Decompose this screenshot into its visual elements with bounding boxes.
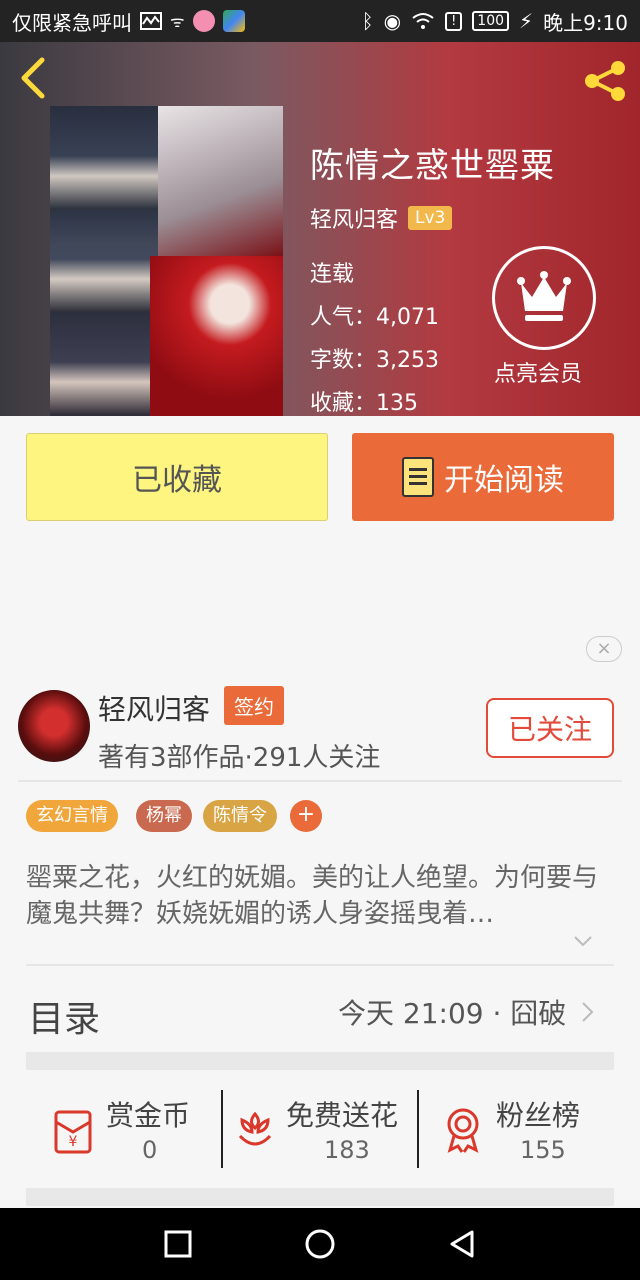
hotspot-icon: ᯤ — [170, 12, 185, 31]
book-icon — [402, 457, 434, 497]
divider — [26, 964, 614, 966]
signed-badge: 签约 — [224, 686, 284, 725]
flower-icon — [238, 1111, 272, 1146]
tag-item[interactable]: 杨幂 — [136, 800, 192, 832]
section-separator — [26, 1052, 614, 1070]
back-arrow-icon — [21, 57, 45, 99]
medal-icon — [447, 1108, 479, 1153]
battery-icon: 100 — [472, 11, 510, 31]
alert-icon: ! — [445, 11, 463, 31]
book-description[interactable]: 罂粟之花，火红的妩媚。美的让人绝望。为何要与魔鬼共舞？妖娆妩媚的诱人身姿摇曳着… — [26, 860, 618, 932]
author-name[interactable]: 轻风归客 — [98, 688, 210, 728]
favorite-button[interactable]: 已收藏 — [26, 433, 328, 521]
activity-icon — [140, 12, 162, 30]
reward-coins-button[interactable]: ¥ 赏金币 0 — [46, 1090, 216, 1170]
charging-icon: ⚡ — [519, 9, 534, 33]
red-envelope-icon: ¥ — [54, 1110, 92, 1154]
section-separator — [26, 1188, 614, 1206]
author-info: 著有3部作品·291人关注 — [98, 743, 381, 773]
book-header: 陈情之惑世罂粟 轻风归客 Lv3 连载 人气：4,071 字数：3,253 收藏… — [0, 42, 640, 416]
eye-icon: ◉ — [383, 9, 402, 33]
vip-label[interactable]: 点亮会员 — [494, 356, 582, 388]
book-cover-image[interactable] — [50, 106, 283, 416]
book-word-count: 字数：3,253 — [310, 348, 439, 373]
clock: 晚上9:10 — [543, 10, 628, 35]
stat-divider — [417, 1090, 419, 1168]
toc-label[interactable]: 目录 — [28, 990, 100, 1042]
follow-button[interactable]: 已关注 — [486, 698, 614, 758]
system-navigation-bar — [0, 1208, 640, 1280]
recent-apps-icon[interactable] — [162, 1228, 194, 1260]
tag-item[interactable]: 玄幻言情 — [26, 800, 118, 832]
author-avatar[interactable] — [18, 690, 90, 762]
back-nav-icon[interactable] — [446, 1228, 478, 1260]
reward-coins-value: 0 — [142, 1136, 158, 1164]
book-status: 连载 — [310, 262, 355, 287]
book-favorites: 收藏：135 — [310, 391, 418, 416]
home-icon[interactable] — [304, 1228, 336, 1260]
stat-divider — [221, 1090, 223, 1168]
chevron-right-icon[interactable] — [580, 1000, 596, 1024]
bluetooth-icon: ᛒ — [361, 9, 374, 33]
fan-ranking-label: 粉丝榜 — [496, 1099, 581, 1132]
share-button[interactable] — [580, 56, 630, 106]
author-line: 轻风归客 Lv3 — [310, 202, 453, 234]
reward-coins-label: 赏金币 — [106, 1099, 191, 1132]
share-icon — [585, 61, 625, 101]
level-badge: Lv3 — [408, 206, 453, 230]
latest-chapter[interactable]: 今天 21:09 · 囧破 — [338, 992, 566, 1032]
status-bar: 仅限紧急呼叫 ᯤ ᛒ ◉ ! 100 ⚡ 晚上9:10 — [0, 0, 640, 42]
tag-item[interactable]: 陈情令 — [203, 800, 277, 832]
add-tag-button[interactable]: + — [290, 800, 322, 832]
start-reading-button[interactable]: 开始阅读 — [352, 433, 614, 521]
play-store-icon — [222, 10, 245, 32]
fan-ranking-button[interactable]: 粉丝榜 155 — [440, 1090, 610, 1170]
crown-icon — [517, 271, 571, 321]
fan-ranking-value: 155 — [520, 1136, 566, 1164]
vip-button[interactable] — [492, 246, 596, 350]
send-flowers-label: 免费送花 — [286, 1099, 399, 1132]
carrier-text: 仅限紧急呼叫 — [12, 10, 132, 35]
ad-close-button[interactable]: × — [586, 636, 622, 662]
start-reading-label: 开始阅读 — [444, 463, 564, 498]
send-flowers-button[interactable]: 免费送花 183 — [230, 1090, 410, 1170]
send-flowers-value: 183 — [324, 1136, 370, 1164]
pig-app-icon — [192, 10, 215, 32]
expand-chevron-icon[interactable] — [572, 930, 594, 952]
book-popularity: 人气：4,071 — [310, 305, 439, 330]
book-title: 陈情之惑世罂粟 — [310, 146, 555, 186]
back-button[interactable] — [16, 56, 56, 100]
svg-text:¥: ¥ — [69, 1134, 78, 1150]
book-author[interactable]: 轻风归客 — [310, 202, 398, 234]
wifi-icon — [412, 13, 434, 29]
divider — [18, 780, 622, 782]
